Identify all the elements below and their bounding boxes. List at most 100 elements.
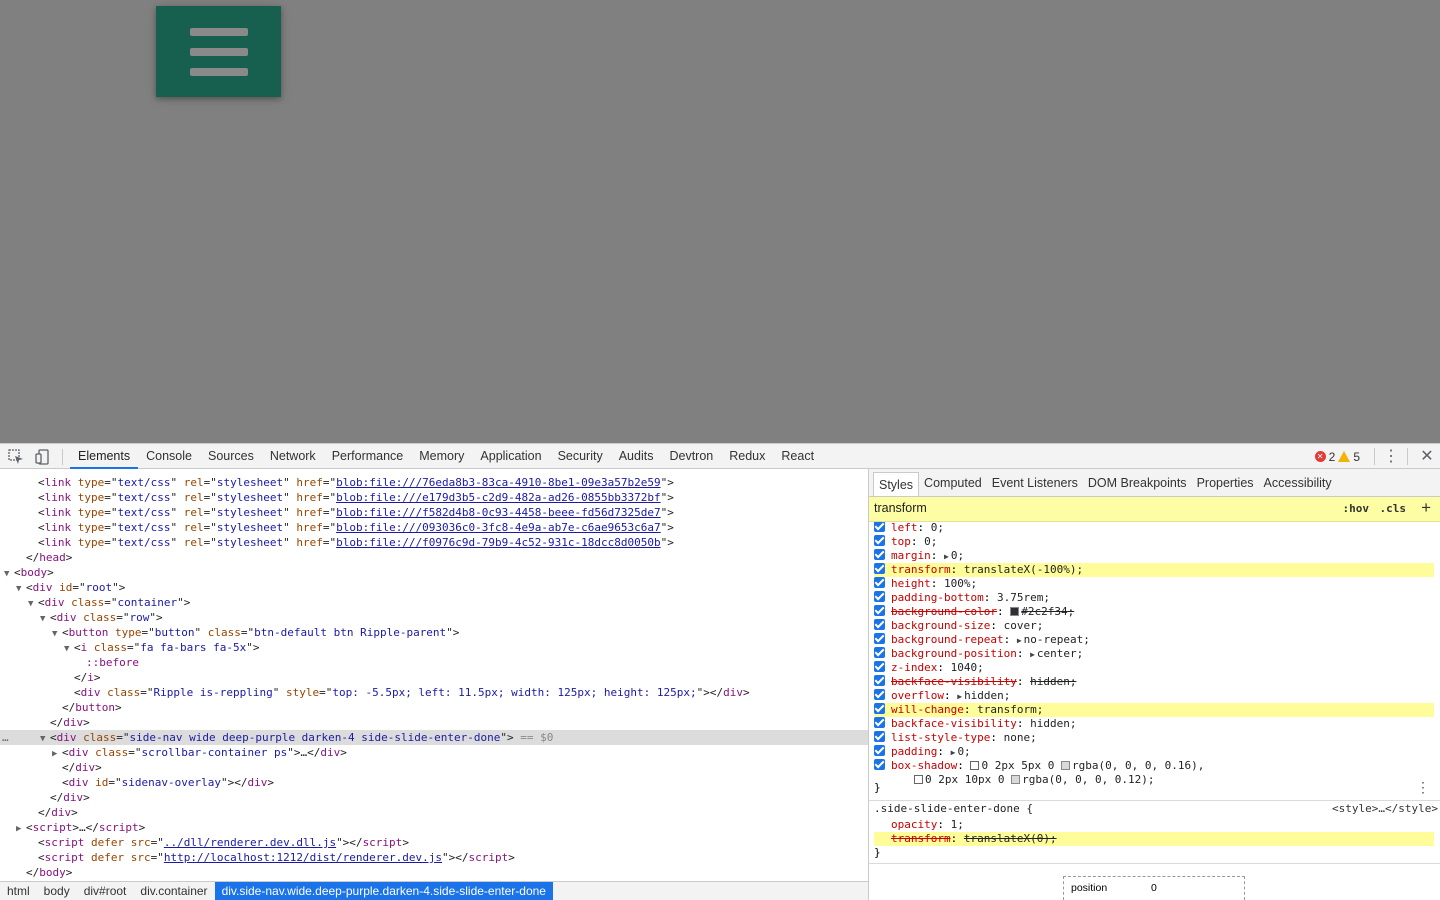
dom-node[interactable]: ▼ <div class="container"> <box>0 595 868 610</box>
dom-node[interactable]: <script defer src="../dll/renderer.dev.d… <box>0 835 868 850</box>
property-checkbox[interactable] <box>874 577 885 588</box>
rule-options-icon[interactable]: ⋮ <box>1416 780 1430 796</box>
inspect-element-icon[interactable] <box>8 449 24 465</box>
dom-node[interactable]: </button> <box>0 700 868 715</box>
styles-filter-input[interactable]: transform <box>874 501 927 515</box>
style-property[interactable]: background-color: #2c2f34; <box>874 605 1434 619</box>
tab-properties[interactable]: Properties <box>1192 469 1259 496</box>
dom-node[interactable]: <link type="text/css" rel="stylesheet" h… <box>0 490 868 505</box>
style-property[interactable]: padding-bottom: 3.75rem; <box>874 591 1434 605</box>
property-checkbox[interactable] <box>874 661 885 672</box>
style-property[interactable]: transform: translateX(0); <box>874 832 1434 846</box>
style-property[interactable]: background-repeat: ▶ no-repeat; <box>874 633 1434 647</box>
more-icon[interactable]: … <box>2 730 9 745</box>
dom-node[interactable]: ::before <box>0 655 868 670</box>
property-checkbox[interactable] <box>874 522 885 532</box>
property-checkbox[interactable] <box>874 619 885 630</box>
tab-application[interactable]: Application <box>472 444 549 469</box>
new-rule-icon[interactable]: + <box>1421 498 1431 518</box>
breadcrumb-html[interactable]: html <box>0 882 37 900</box>
tab-elements[interactable]: Elements <box>70 444 139 469</box>
dom-node[interactable]: <div id="sidenav-overlay"></div> <box>0 775 868 790</box>
tab-redux[interactable]: Redux <box>721 444 773 469</box>
style-property[interactable]: margin: ▶ 0; <box>874 549 1434 563</box>
dom-node[interactable]: <script defer src="http://localhost:1212… <box>0 850 868 865</box>
expand-triangle-icon[interactable]: ▶ <box>957 692 962 701</box>
property-checkbox[interactable] <box>874 591 885 602</box>
issues-counter[interactable]: ✕ 2 5 <box>1314 450 1360 464</box>
property-checkbox[interactable] <box>874 717 885 728</box>
dom-node[interactable]: <link type="text/css" rel="stylesheet" h… <box>0 475 868 490</box>
tab-dom-breakpoints[interactable]: DOM Breakpoints <box>1083 469 1192 496</box>
dom-node[interactable]: </div> <box>0 715 868 730</box>
style-property[interactable]: backface-visibility: hidden; <box>874 717 1434 731</box>
style-property[interactable]: background-size: cover; <box>874 619 1434 633</box>
tab-console[interactable]: Console <box>138 444 200 469</box>
property-checkbox[interactable] <box>874 745 885 756</box>
dom-node[interactable]: </div> <box>0 760 868 775</box>
expand-triangle-icon[interactable]: ▶ <box>1030 650 1035 659</box>
property-checkbox[interactable] <box>874 675 885 686</box>
property-checkbox[interactable] <box>874 731 885 742</box>
style-property[interactable]: background-position: ▶ center; <box>874 647 1434 661</box>
dom-node[interactable]: ▼ <body> <box>0 565 868 580</box>
dom-node[interactable]: <link type="text/css" rel="stylesheet" h… <box>0 520 868 535</box>
tab-memory[interactable]: Memory <box>411 444 472 469</box>
tab-performance[interactable]: Performance <box>324 444 412 469</box>
dom-node[interactable]: ▼ <i class="fa fa-bars fa-5x"> <box>0 640 868 655</box>
tab-audits[interactable]: Audits <box>611 444 662 469</box>
shadow-editor-icon[interactable] <box>914 775 923 784</box>
expand-triangle-icon[interactable]: ▶ <box>951 748 956 757</box>
style-property[interactable]: list-style-type: none; <box>874 731 1434 745</box>
tab-network[interactable]: Network <box>262 444 324 469</box>
style-property[interactable]: overflow: ▶ hidden; <box>874 689 1434 703</box>
shadow-editor-icon[interactable] <box>970 761 980 770</box>
dom-node[interactable]: ▶ <script>…</script> <box>0 820 868 835</box>
tab-event-listeners[interactable]: Event Listeners <box>987 469 1083 496</box>
tab-styles[interactable]: Styles <box>873 472 920 496</box>
property-checkbox[interactable] <box>874 689 885 700</box>
tab-sources[interactable]: Sources <box>200 444 262 469</box>
dom-node[interactable]: </head> <box>0 550 868 565</box>
dom-node[interactable]: </body> <box>0 865 868 880</box>
dom-node[interactable]: ▶ <div class="scrollbar-container ps">…</… <box>0 745 868 760</box>
property-checkbox[interactable] <box>874 605 885 616</box>
style-property[interactable]: top: 0; <box>874 535 1434 549</box>
breadcrumb-body[interactable]: body <box>37 882 77 900</box>
tab-computed[interactable]: Computed <box>919 469 987 496</box>
style-property[interactable]: padding: ▶ 0; <box>874 745 1434 759</box>
property-checkbox[interactable] <box>874 535 885 546</box>
style-property[interactable]: 0 2px 10px 0 rgba(0, 0, 0, 0.12); <box>874 773 1434 787</box>
dom-node[interactable]: <link type="text/css" rel="stylesheet" h… <box>0 535 868 550</box>
dom-node-selected[interactable]: … ▼ <div class="side-nav wide deep-purple … <box>0 730 868 745</box>
dom-node[interactable]: ▼ <div class="row"> <box>0 610 868 625</box>
expand-triangle-icon[interactable]: ▶ <box>944 552 949 561</box>
dom-node[interactable]: </div> <box>0 805 868 820</box>
dom-node[interactable]: ▼ <div id="root"> <box>0 580 868 595</box>
dom-node[interactable]: <link type="text/css" rel="stylesheet" h… <box>0 505 868 520</box>
style-property[interactable]: height: 100%; <box>874 577 1434 591</box>
style-property[interactable]: z-index: 1040; <box>874 661 1434 675</box>
dom-node[interactable]: </i> <box>0 670 868 685</box>
property-checkbox[interactable] <box>874 563 885 574</box>
close-devtools-icon[interactable]: ✕ <box>1414 444 1440 469</box>
style-property[interactable]: will-change: transform; <box>874 703 1434 717</box>
dom-node[interactable]: </div> <box>0 790 868 805</box>
style-property[interactable]: transform: translateX(-100%); <box>874 563 1434 577</box>
menu-button[interactable] <box>156 6 281 97</box>
box-model-value[interactable]: 0 <box>1151 882 1157 894</box>
expand-triangle-icon[interactable]: ▶ <box>1017 636 1022 645</box>
more-options-icon[interactable]: ⋮ <box>1381 444 1401 469</box>
device-toolbar-icon[interactable] <box>35 449 51 465</box>
hover-state-toggle[interactable]: :hov <box>1343 502 1370 515</box>
property-checkbox[interactable] <box>874 633 885 644</box>
tab-devtron[interactable]: Devtron <box>661 444 721 469</box>
breadcrumb-side-nav[interactable]: div.side-nav.wide.deep-purple.darken-4.s… <box>214 881 553 900</box>
color-swatch[interactable] <box>1010 607 1020 616</box>
dom-node[interactable]: <div class="Ripple is-reppling" style="t… <box>0 685 868 700</box>
breadcrumb-container[interactable]: div.container <box>133 882 214 900</box>
property-checkbox[interactable] <box>874 549 885 560</box>
tab-security[interactable]: Security <box>550 444 611 469</box>
tab-accessibility[interactable]: Accessibility <box>1259 469 1337 496</box>
property-checkbox[interactable] <box>874 703 885 714</box>
